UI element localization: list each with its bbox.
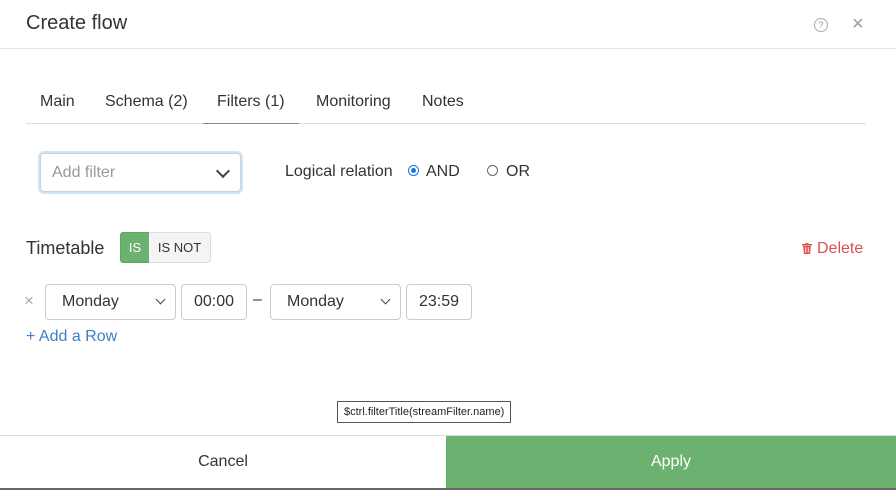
to-day-value: Monday: [287, 293, 344, 310]
tab-main[interactable]: Main: [40, 93, 75, 111]
radio-or[interactable]: [487, 165, 498, 176]
radio-or-label[interactable]: OR: [506, 163, 530, 181]
apply-button[interactable]: Apply: [446, 436, 896, 489]
tab-filters[interactable]: Filters (1): [203, 93, 299, 124]
from-day-value: Monday: [62, 293, 119, 310]
logical-relation-label: Logical relation: [285, 163, 393, 180]
delete-button[interactable]: Delete: [802, 240, 863, 258]
chevron-down-icon: [215, 163, 231, 179]
tab-bar: Main Schema (2) Filters (1) Monitoring N…: [26, 80, 866, 124]
help-icon[interactable]: ?: [814, 18, 828, 32]
is-not-toggle-button[interactable]: IS NOT: [149, 232, 211, 263]
cancel-button[interactable]: Cancel: [0, 436, 446, 489]
time-range-separator: –: [253, 291, 262, 308]
add-row-link[interactable]: + Add a Row: [26, 328, 117, 346]
add-filter-placeholder: Add filter: [52, 164, 116, 181]
trash-icon: [802, 243, 812, 254]
is-toggle-button[interactable]: IS: [120, 232, 150, 263]
to-day-select[interactable]: Monday: [270, 284, 401, 320]
radio-and[interactable]: [408, 165, 419, 176]
tooltip: $ctrl.filterTitle(streamFilter.name): [337, 401, 512, 423]
close-icon[interactable]: ×: [852, 13, 864, 35]
dialog-header: Create flow ? ×: [0, 0, 896, 49]
dialog-title: Create flow: [26, 12, 128, 34]
from-day-select[interactable]: Monday: [45, 284, 176, 320]
tab-notes[interactable]: Notes: [422, 93, 464, 111]
remove-row-icon[interactable]: ×: [24, 291, 34, 311]
chevron-down-icon: [380, 294, 391, 305]
to-time-input[interactable]: 23:59: [406, 284, 472, 320]
delete-label: Delete: [817, 240, 864, 257]
tab-schema[interactable]: Schema (2): [105, 93, 188, 111]
radio-and-label[interactable]: AND: [426, 163, 460, 181]
chevron-down-icon: [155, 294, 166, 305]
from-time-input[interactable]: 00:00: [181, 284, 247, 320]
tab-monitoring[interactable]: Monitoring: [316, 93, 391, 111]
add-filter-select[interactable]: Add filter: [40, 153, 241, 192]
timetable-label: Timetable: [26, 238, 105, 258]
dialog-footer: Cancel Apply: [0, 435, 896, 489]
